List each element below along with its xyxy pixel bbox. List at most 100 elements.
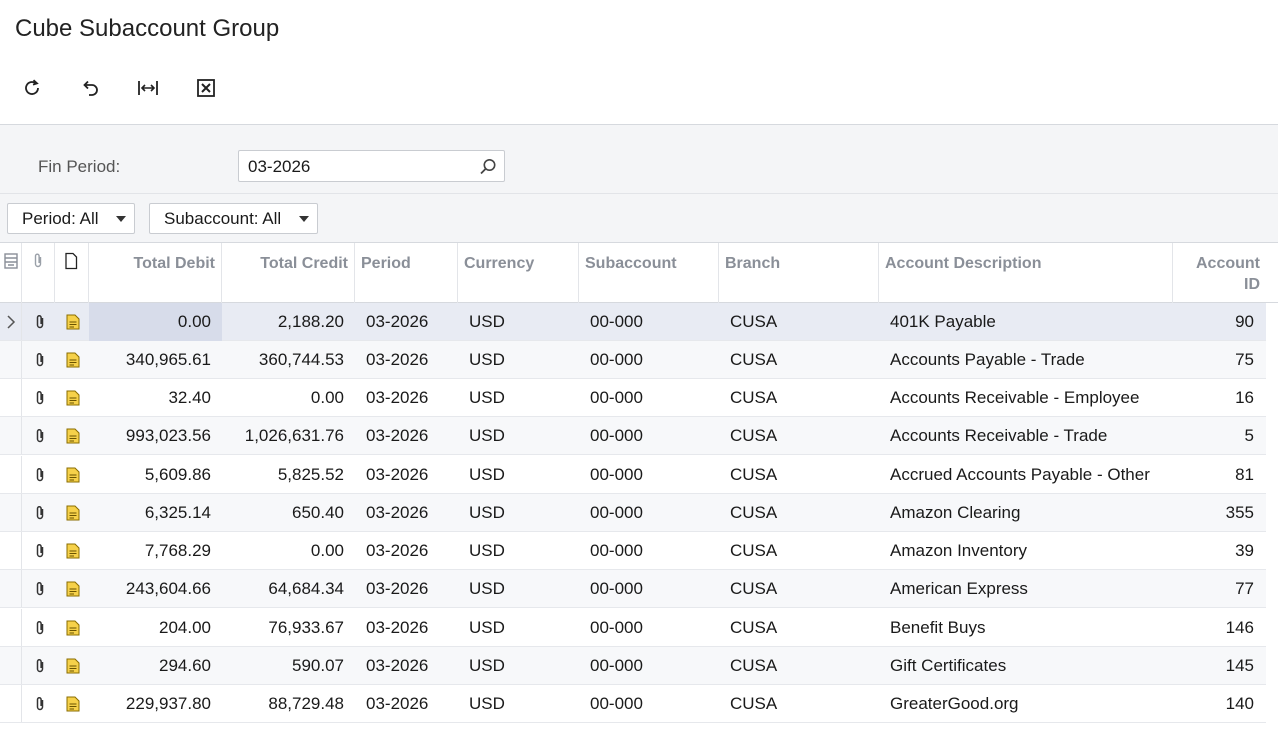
cell-period[interactable]: 03-2026 (355, 379, 458, 417)
table-row[interactable]: 5,609.86 5,825.52 03-2026 USD 00-000 CUSA Accr… (0, 456, 1266, 494)
row-selector[interactable] (0, 570, 22, 607)
cell-account-id[interactable]: 16 (1173, 379, 1266, 417)
row-selector[interactable] (0, 494, 22, 531)
table-row[interactable]: 0.00 2,188.20 03-2026 USD 00-000 CUSA 401K Pay… (0, 303, 1266, 341)
cell-account-id[interactable]: 146 (1173, 609, 1266, 647)
header-account-id[interactable]: Account ID (1173, 243, 1266, 303)
cell-total-debit[interactable]: 993,023.56 (89, 417, 222, 455)
cell-currency[interactable]: USD (458, 494, 579, 532)
cell-total-credit[interactable]: 0.00 (222, 379, 355, 417)
cell-branch[interactable]: CUSA (719, 570, 879, 608)
subaccount-filter-dropdown[interactable]: Subaccount: All (149, 203, 318, 234)
cell-branch[interactable]: CUSA (719, 379, 879, 417)
cell-currency[interactable]: USD (458, 609, 579, 647)
cell-currency[interactable]: USD (458, 341, 579, 379)
cell-subaccount[interactable]: 00-000 (579, 379, 719, 417)
cell-period[interactable]: 03-2026 (355, 685, 458, 723)
paperclip-icon[interactable] (32, 696, 48, 712)
cell-branch[interactable]: CUSA (719, 341, 879, 379)
cell-account-description[interactable]: American Express (879, 570, 1173, 608)
note-icon[interactable] (65, 467, 81, 483)
cell-currency[interactable]: USD (458, 379, 579, 417)
cell-subaccount[interactable]: 00-000 (579, 417, 719, 455)
period-filter-dropdown[interactable]: Period: All (7, 203, 135, 234)
header-subaccount[interactable]: Subaccount (579, 243, 719, 303)
header-settings-cell[interactable] (0, 243, 22, 303)
header-total-debit[interactable]: Total Debit (89, 243, 222, 303)
cell-total-credit[interactable]: 590.07 (222, 647, 355, 685)
cell-currency[interactable]: USD (458, 570, 579, 608)
cell-account-id[interactable]: 140 (1173, 685, 1266, 723)
note-icon[interactable] (65, 658, 81, 674)
cell-total-debit[interactable]: 0.00 (89, 303, 222, 341)
table-row[interactable]: 340,965.61 360,744.53 03-2026 USD 00-000 CUSA… (0, 341, 1266, 379)
cell-subaccount[interactable]: 00-000 (579, 532, 719, 570)
cell-account-description[interactable]: Amazon Clearing (879, 494, 1173, 532)
row-selector[interactable] (0, 303, 22, 340)
cell-total-debit[interactable]: 6,325.14 (89, 494, 222, 532)
cell-total-debit[interactable]: 32.40 (89, 379, 222, 417)
header-branch[interactable]: Branch (719, 243, 879, 303)
header-total-credit[interactable]: Total Credit (222, 243, 355, 303)
paperclip-icon[interactable] (32, 620, 48, 636)
cell-total-debit[interactable]: 204.00 (89, 609, 222, 647)
cell-account-id[interactable]: 81 (1173, 456, 1266, 494)
cell-currency[interactable]: USD (458, 685, 579, 723)
column-settings-icon[interactable] (3, 252, 19, 270)
cell-branch[interactable]: CUSA (719, 303, 879, 341)
cell-account-description[interactable]: Accrued Accounts Payable - Other (879, 456, 1173, 494)
cell-account-description[interactable]: Amazon Inventory (879, 532, 1173, 570)
cell-branch[interactable]: CUSA (719, 417, 879, 455)
row-selector[interactable] (0, 609, 22, 646)
note-icon[interactable] (65, 390, 81, 406)
cell-total-debit[interactable]: 5,609.86 (89, 456, 222, 494)
paperclip-icon[interactable] (32, 581, 48, 597)
cell-account-description[interactable]: Gift Certificates (879, 647, 1173, 685)
paperclip-icon[interactable] (32, 658, 48, 674)
cell-subaccount[interactable]: 00-000 (579, 341, 719, 379)
cell-total-credit[interactable]: 1,026,631.76 (222, 417, 355, 455)
header-period[interactable]: Period (355, 243, 458, 303)
search-icon[interactable] (478, 157, 498, 177)
note-icon[interactable] (65, 543, 81, 559)
table-row[interactable]: 243,604.66 64,684.34 03-2026 USD 00-000 CUSA A… (0, 570, 1266, 608)
row-selector[interactable] (0, 456, 22, 493)
cell-account-description[interactable]: Accounts Receivable - Trade (879, 417, 1173, 455)
paperclip-icon[interactable] (32, 314, 48, 330)
cell-period[interactable]: 03-2026 (355, 494, 458, 532)
cell-account-id[interactable]: 355 (1173, 494, 1266, 532)
note-icon[interactable] (65, 505, 81, 521)
cell-subaccount[interactable]: 00-000 (579, 570, 719, 608)
cell-period[interactable]: 03-2026 (355, 609, 458, 647)
row-selector[interactable] (0, 417, 22, 454)
cell-account-id[interactable]: 5 (1173, 417, 1266, 455)
note-icon[interactable] (65, 696, 81, 712)
cell-total-debit[interactable]: 294.60 (89, 647, 222, 685)
cell-total-credit[interactable]: 2,188.20 (222, 303, 355, 341)
paperclip-icon[interactable] (32, 352, 48, 368)
cell-currency[interactable]: USD (458, 417, 579, 455)
table-row[interactable]: 294.60 590.07 03-2026 USD 00-000 CUSA Gift Cer… (0, 647, 1266, 685)
cell-subaccount[interactable]: 00-000 (579, 647, 719, 685)
header-account-description[interactable]: Account Description (879, 243, 1173, 303)
cell-account-id[interactable]: 145 (1173, 647, 1266, 685)
cell-branch[interactable]: CUSA (719, 532, 879, 570)
cell-account-id[interactable]: 90 (1173, 303, 1266, 341)
cell-subaccount[interactable]: 00-000 (579, 303, 719, 341)
table-row[interactable]: 229,937.80 88,729.48 03-2026 USD 00-000 CUSA G… (0, 685, 1266, 723)
note-icon[interactable] (65, 314, 81, 330)
table-row[interactable]: 32.40 0.00 03-2026 USD 00-000 CUSA Accounts Re… (0, 379, 1266, 417)
cell-period[interactable]: 03-2026 (355, 341, 458, 379)
cell-account-description[interactable]: Benefit Buys (879, 609, 1173, 647)
cell-account-id[interactable]: 77 (1173, 570, 1266, 608)
table-row[interactable]: 993,023.56 1,026,631.76 03-2026 USD 00-000 CU… (0, 417, 1266, 455)
cell-subaccount[interactable]: 00-000 (579, 685, 719, 723)
fit-columns-button[interactable] (130, 70, 166, 106)
cell-total-debit[interactable]: 229,937.80 (89, 685, 222, 723)
paperclip-icon[interactable] (32, 505, 48, 521)
cell-total-debit[interactable]: 243,604.66 (89, 570, 222, 608)
cell-account-description[interactable]: GreaterGood.org (879, 685, 1173, 723)
row-selector[interactable] (0, 341, 22, 378)
cell-period[interactable]: 03-2026 (355, 647, 458, 685)
row-selector[interactable] (0, 685, 22, 722)
